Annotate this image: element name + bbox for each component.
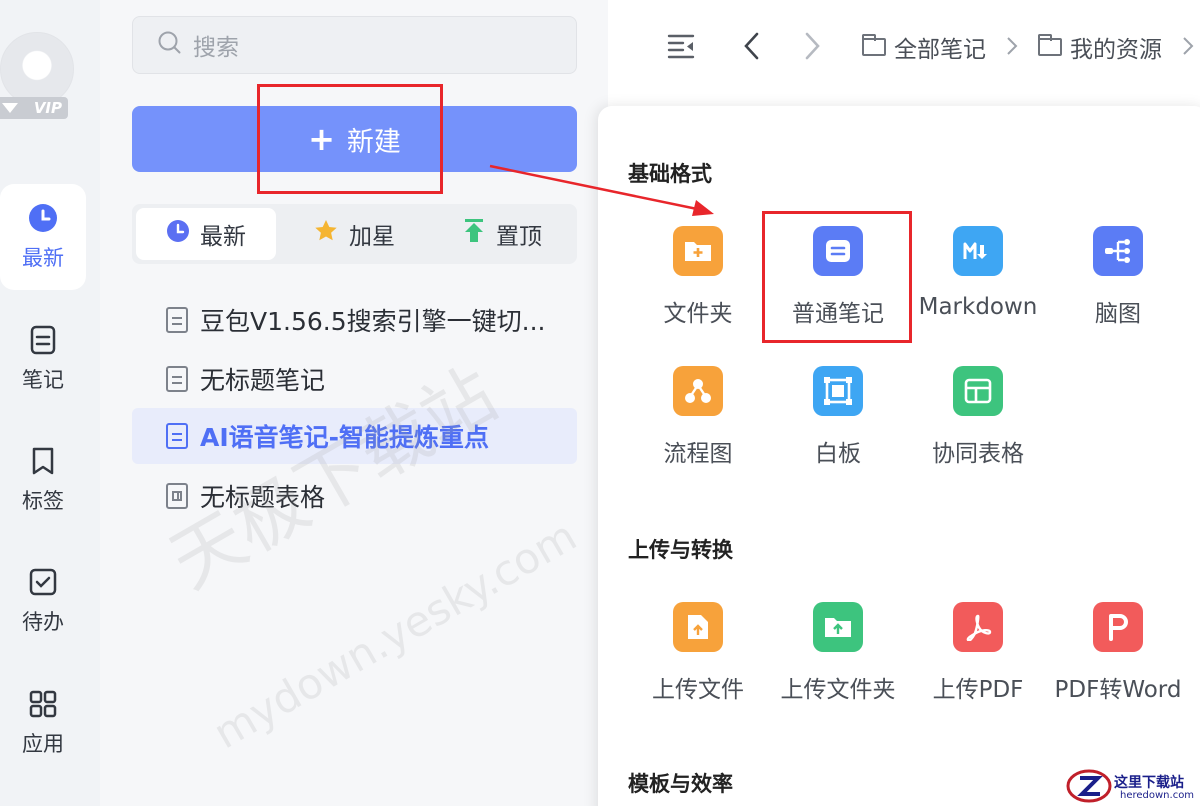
rail-label: 最新 [22, 246, 64, 270]
list-item[interactable]: 无标题笔记 [132, 351, 577, 407]
tile-label: 白板 [815, 441, 861, 467]
clock-icon [27, 202, 59, 234]
star-icon [313, 218, 339, 250]
rail-label: 应用 [22, 732, 64, 756]
rail-item-latest[interactable]: 最新 [0, 184, 86, 290]
tile-label: Markdown [918, 294, 1038, 320]
folder-icon [1038, 34, 1062, 56]
section-title-templates: 模板与效率 [628, 772, 733, 796]
apps-grid-icon [27, 688, 59, 720]
site-logo-icon [1066, 769, 1112, 803]
upload-file-tile[interactable]: 上传文件 [628, 602, 768, 712]
rail-item-apps[interactable]: 应用 [0, 670, 86, 776]
upload-pdf-tile[interactable]: 上传PDF [908, 602, 1048, 712]
note-title: AI语音笔记-智能提炼重点 [200, 423, 490, 452]
folder-icon [862, 34, 886, 56]
tile-label: 脑图 [1095, 301, 1141, 327]
checkbox-icon [27, 566, 59, 598]
site-logo: 这里下载站 heredown.com [1066, 766, 1200, 806]
rail-label: 待办 [22, 610, 64, 634]
section-title-upload: 上传与转换 [628, 538, 733, 562]
note-title: 无标题表格 [200, 483, 326, 512]
rail-item-todo[interactable]: 待办 [0, 548, 86, 654]
flowchart-icon [673, 366, 723, 416]
markdown-icon [953, 226, 1003, 276]
tab-starred[interactable]: 加星 [284, 208, 424, 260]
tile-label: 文件夹 [663, 301, 733, 327]
annotation-box-new-button [257, 84, 443, 194]
site-logo-name: 这里下载站 [1114, 775, 1184, 791]
folder-plus-icon [673, 226, 723, 276]
table-doc-icon [166, 483, 188, 509]
note-doc-icon [166, 366, 188, 392]
breadcrumb-my-resources[interactable]: 我的资源 [1038, 30, 1162, 64]
rail-label: 笔记 [22, 368, 64, 392]
chevron-right-icon [1182, 36, 1194, 60]
whiteboard-icon [813, 366, 863, 416]
pdf-to-word-tile[interactable]: PDF转Word [1048, 602, 1188, 712]
tab-latest[interactable]: 最新 [136, 208, 276, 260]
rail-label: 标签 [22, 489, 64, 513]
pin-top-icon [462, 218, 486, 250]
left-rail: VIP 最新 笔记 标签 待办 应用 [0, 0, 100, 806]
upload-folder-icon [813, 602, 863, 652]
create-markdown-tile[interactable]: Markdown [908, 226, 1048, 336]
list-item[interactable]: 豆包V1.56.5搜索引擎一键切... [132, 292, 577, 348]
note-doc-icon [166, 423, 188, 449]
breadcrumb-all-notes[interactable]: 全部笔记 [862, 30, 986, 64]
site-logo-domain: heredown.com [1120, 790, 1195, 801]
breadcrumb-label: 全部笔记 [894, 37, 986, 63]
create-sheet-tile[interactable]: 协同表格 [908, 366, 1048, 476]
table-icon [953, 366, 1003, 416]
tab-label: 置顶 [496, 224, 542, 250]
create-mindmap-tile[interactable]: 脑图 [1048, 226, 1188, 336]
note-title: 无标题笔记 [200, 366, 326, 395]
pdf-to-word-icon [1093, 602, 1143, 652]
note-icon [27, 324, 59, 356]
tile-label: 上传PDF [932, 677, 1024, 703]
rail-item-notes[interactable]: 笔记 [0, 306, 86, 412]
note-doc-icon [166, 307, 188, 333]
breadcrumb-label: 我的资源 [1070, 37, 1162, 63]
tab-label: 最新 [200, 224, 246, 250]
vip-crown-icon [2, 103, 18, 113]
bookmark-icon [27, 445, 59, 477]
tile-label: 协同表格 [932, 441, 1024, 467]
annotation-box-normal-note [762, 211, 912, 343]
rail-item-tags[interactable]: 标签 [0, 427, 86, 533]
mindmap-icon [1093, 226, 1143, 276]
back-arrow-icon[interactable] [738, 30, 766, 66]
tile-label: PDF转Word [1054, 677, 1182, 703]
create-whiteboard-tile[interactable]: 白板 [768, 366, 908, 476]
top-bar: 全部笔记 我的资源 [608, 0, 1200, 100]
tile-label: 上传文件夹 [780, 677, 896, 703]
search-input[interactable]: 搜索 [132, 16, 577, 74]
upload-folder-tile[interactable]: 上传文件夹 [768, 602, 908, 712]
clock-icon [166, 219, 190, 249]
vip-badge[interactable]: VIP [0, 97, 68, 119]
list-item-selected[interactable]: AI语音笔记-智能提炼重点 [132, 408, 577, 464]
tab-label: 加星 [349, 224, 395, 250]
chevron-right-icon [1006, 36, 1018, 60]
note-title: 豆包V1.56.5搜索引擎一键切... [200, 307, 546, 336]
annotation-arrow [489, 164, 714, 216]
forward-arrow-icon[interactable] [798, 30, 826, 66]
upload-file-icon [673, 602, 723, 652]
tile-label: 上传文件 [652, 677, 744, 703]
list-item[interactable]: 无标题表格 [132, 468, 577, 524]
pdf-icon [953, 602, 1003, 652]
search-placeholder: 搜索 [193, 35, 239, 61]
create-folder-tile[interactable]: 文件夹 [628, 226, 768, 336]
collapse-sidebar-icon[interactable] [666, 30, 698, 66]
create-flowchart-tile[interactable]: 流程图 [628, 366, 768, 476]
tile-label: 流程图 [663, 441, 733, 467]
search-icon [157, 30, 183, 60]
avatar[interactable] [0, 32, 74, 106]
